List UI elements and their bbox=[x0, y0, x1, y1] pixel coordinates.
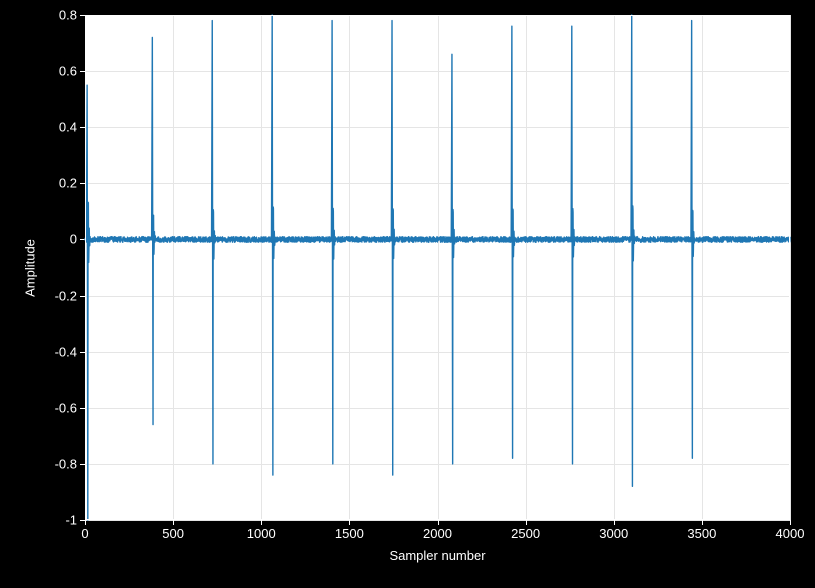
x-tick bbox=[614, 520, 615, 525]
x-tick-label: 3500 bbox=[687, 526, 716, 541]
x-tick bbox=[790, 520, 791, 525]
y-tick-label: -0.6 bbox=[55, 400, 77, 415]
x-tick-label: 500 bbox=[162, 526, 184, 541]
figure: 0 500 1000 1500 2000 2500 3000 3500 4000 -1 -0.8 -0… bbox=[0, 0, 815, 588]
y-tick-label: -0.8 bbox=[55, 456, 77, 471]
axis-line bbox=[789, 15, 790, 520]
x-tick-label: 4000 bbox=[776, 526, 805, 541]
y-tick-label: 0.6 bbox=[59, 64, 77, 79]
x-tick bbox=[85, 520, 86, 525]
y-tick-label: 0 bbox=[70, 232, 77, 247]
x-tick-label: 3000 bbox=[599, 526, 628, 541]
axis-line bbox=[85, 519, 790, 520]
y-tick-label: -1 bbox=[65, 513, 77, 528]
y-axis-title: Amplitude bbox=[23, 239, 38, 297]
x-tick-label: 2000 bbox=[423, 526, 452, 541]
series-line bbox=[85, 15, 790, 520]
gridline-vertical bbox=[790, 15, 791, 520]
axis-line bbox=[85, 15, 790, 16]
x-tick bbox=[173, 520, 174, 525]
x-tick-label: 1500 bbox=[335, 526, 364, 541]
y-tick-label: -0.2 bbox=[55, 288, 77, 303]
y-tick bbox=[80, 520, 85, 521]
y-tick-label: 0.4 bbox=[59, 120, 77, 135]
y-tick-label: 0.2 bbox=[59, 176, 77, 191]
x-tick bbox=[349, 520, 350, 525]
x-tick bbox=[526, 520, 527, 525]
x-tick-label: 1000 bbox=[247, 526, 276, 541]
x-tick-label: 2500 bbox=[511, 526, 540, 541]
y-tick-label: -0.4 bbox=[55, 344, 77, 359]
x-tick-label: 0 bbox=[81, 526, 88, 541]
axis-line bbox=[85, 15, 86, 520]
x-tick bbox=[438, 520, 439, 525]
x-tick bbox=[702, 520, 703, 525]
data-series bbox=[85, 15, 790, 520]
x-tick bbox=[261, 520, 262, 525]
y-tick-label: 0.8 bbox=[59, 8, 77, 23]
x-axis-title: Sampler number bbox=[389, 548, 485, 563]
